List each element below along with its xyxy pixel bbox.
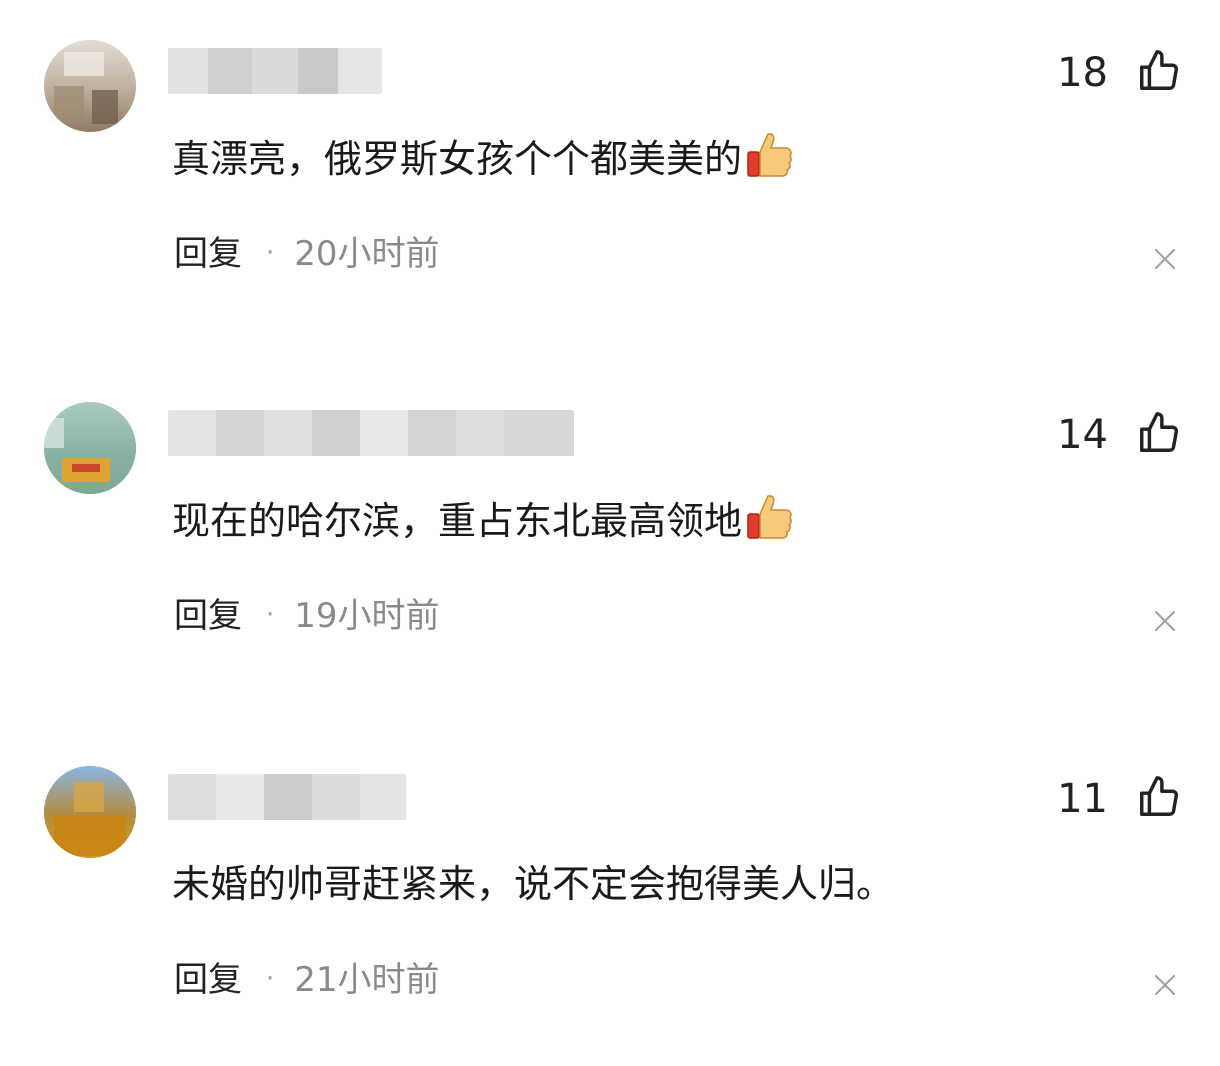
close-icon[interactable] <box>1152 972 1178 998</box>
close-icon[interactable] <box>1152 246 1178 272</box>
reply-button[interactable]: 回复 <box>174 960 242 1000</box>
comment-time: 19小时前 <box>294 596 440 636</box>
reply-button[interactable]: 回复 <box>174 234 242 274</box>
comment-item: 14 现在的哈尔滨，重占东北最高领地 回复 · 19小时前 <box>0 362 1220 702</box>
comment-meta: 回复 · 20小时前 <box>174 228 440 279</box>
avatar[interactable] <box>44 402 136 494</box>
comment-time: 21小时前 <box>294 960 440 1000</box>
comment-text-content: 未婚的帅哥赶紧来，说不定会抱得美人归。 <box>172 862 895 906</box>
comment-text-content: 真漂亮，俄罗斯女孩个个都美美的 <box>172 137 743 181</box>
thumbs-up-outline-icon[interactable] <box>1136 410 1182 456</box>
username-blurred[interactable] <box>168 410 574 456</box>
like-count: 18 <box>1057 50 1108 96</box>
comment-text: 未婚的帅哥赶紧来，说不定会抱得美人归。 <box>172 856 894 912</box>
avatar[interactable] <box>44 40 136 132</box>
like-count: 14 <box>1057 412 1108 458</box>
separator-dot: · <box>266 964 275 994</box>
separator-dot: · <box>266 600 275 630</box>
comment-text: 真漂亮，俄罗斯女孩个个都美美的 <box>172 130 794 187</box>
close-icon[interactable] <box>1152 608 1178 634</box>
username-blurred[interactable] <box>168 774 406 820</box>
separator-dot: · <box>266 238 275 268</box>
username-blurred[interactable] <box>168 48 382 94</box>
thumbs-up-emoji <box>747 495 792 539</box>
thumbs-up-outline-icon[interactable] <box>1136 774 1182 820</box>
comment-meta: 回复 · 21小时前 <box>174 954 440 1005</box>
comment-text-content: 现在的哈尔滨，重占东北最高领地 <box>172 499 743 543</box>
comment-time: 20小时前 <box>294 234 440 274</box>
comment-item: 18 真漂亮，俄罗斯女孩个个都美美的 回复 · 20小时前 <box>0 0 1220 340</box>
comment-meta: 回复 · 19小时前 <box>174 590 440 641</box>
thumbs-up-outline-icon[interactable] <box>1136 48 1182 94</box>
comment-item: 11 未婚的帅哥赶紧来，说不定会抱得美人归。 回复 · 21小时前 <box>0 726 1220 1066</box>
avatar[interactable] <box>44 766 136 858</box>
thumbs-up-emoji <box>747 133 792 177</box>
reply-button[interactable]: 回复 <box>174 596 242 636</box>
comment-text: 现在的哈尔滨，重占东北最高领地 <box>172 492 794 549</box>
like-count: 11 <box>1057 776 1108 822</box>
